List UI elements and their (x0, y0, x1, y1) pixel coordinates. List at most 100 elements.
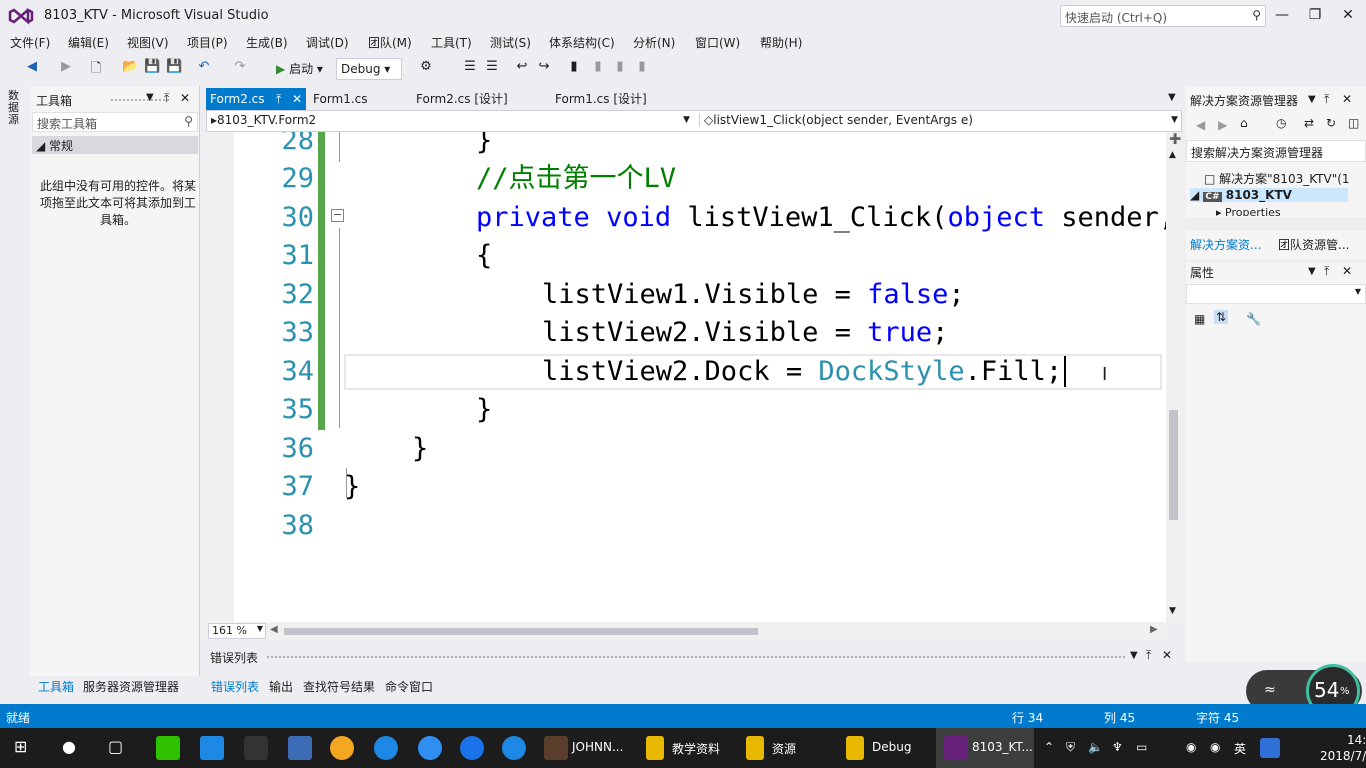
close-icon[interactable]: ✕ (1342, 264, 1352, 278)
windows-start-icon[interactable]: ⊞ (14, 737, 27, 756)
app-icon[interactable] (288, 736, 312, 760)
folder-icon[interactable] (746, 736, 764, 760)
usb-icon[interactable]: ♆ (1112, 740, 1123, 754)
feishu-icon[interactable] (418, 736, 442, 760)
forward-icon[interactable]: ▶ (58, 59, 74, 74)
split-icon[interactable]: ➕ (1169, 134, 1181, 145)
folder-icon[interactable] (846, 736, 864, 760)
tab-form1-designer[interactable]: Form1.cs [设计] (551, 88, 651, 110)
pin-icon[interactable]: ⤒ (276, 88, 281, 110)
visual-studio-icon[interactable] (944, 736, 968, 760)
menu-help[interactable]: 帮助(H) (760, 34, 802, 51)
scroll-right-icon[interactable]: ▶ (1150, 624, 1158, 635)
quick-launch-input[interactable]: 快速启动 (Ctrl+Q) ⚲ (1060, 5, 1266, 27)
tab-output[interactable]: 输出 (269, 678, 293, 695)
history-icon[interactable]: ◷ (1276, 116, 1286, 130)
folder-icon[interactable] (646, 736, 664, 760)
collapse-all-icon[interactable]: ◫ (1348, 116, 1359, 130)
data-sources-tab[interactable]: 数据源 (8, 90, 22, 126)
solution-search-input[interactable]: 搜索解决方案资源管理器 (1186, 140, 1366, 162)
restore-button[interactable]: ❐ (1297, 4, 1333, 26)
menu-tools[interactable]: 工具(T) (431, 34, 472, 51)
ie-icon[interactable] (502, 736, 526, 760)
tab-form2-designer[interactable]: Form2.cs [设计] (412, 88, 512, 110)
taskbar-item[interactable]: JOHNN... (572, 740, 623, 754)
toolbox-group-general[interactable]: ◢ 常规 (32, 136, 198, 154)
dropdown-icon[interactable]: ▼ (1130, 650, 1138, 661)
dropdown-icon[interactable]: ▼ (1308, 266, 1316, 277)
tab-toolbox[interactable]: 工具箱 (38, 678, 74, 695)
scroll-left-icon[interactable]: ◀ (270, 624, 278, 635)
zoom-select[interactable]: 161 % ▼ (208, 623, 266, 639)
tab-find-symbol-results[interactable]: 查找符号结果 (303, 678, 375, 695)
qq-icon[interactable] (244, 736, 268, 760)
dropdown-icon[interactable]: ▼ (1308, 94, 1316, 105)
property-pages-icon[interactable]: 🔧 (1246, 312, 1261, 326)
tab-form2-cs[interactable]: Form2.cs ⤒ ✕ (206, 88, 306, 110)
tab-server-explorer[interactable]: 服务器资源管理器 (83, 678, 179, 695)
minimize-button[interactable]: — (1264, 4, 1300, 26)
tab-team-explorer[interactable]: 团队资源管... (1278, 236, 1349, 253)
toolbox-search-input[interactable]: 搜索工具箱 ⚲ (32, 112, 198, 132)
forward-icon[interactable]: ▶ (1218, 118, 1227, 132)
close-button[interactable]: ✕ (1330, 4, 1366, 26)
tab-solution-explorer[interactable]: 解决方案资... (1190, 236, 1261, 253)
menu-analyze[interactable]: 分析(N) (633, 34, 675, 51)
tree-project[interactable]: ◢ C# 8103_KTV (1190, 188, 1348, 202)
horizontal-scrollbar[interactable]: 161 % ▼ ◀ ▶ (206, 622, 1166, 640)
scroll-up-icon[interactable]: ▲ (1169, 150, 1176, 160)
vertical-scroll-thumb[interactable] (1169, 410, 1178, 520)
menu-file[interactable]: 文件(F) (10, 34, 50, 51)
close-icon[interactable]: ✕ (180, 91, 190, 105)
panel-grip[interactable] (266, 655, 1126, 660)
object-selector[interactable]: ▼ (1186, 284, 1366, 304)
menu-build[interactable]: 生成(B) (246, 34, 288, 51)
close-icon[interactable]: ✕ (292, 88, 302, 110)
app-icon[interactable] (460, 736, 484, 760)
app-icon[interactable] (330, 736, 354, 760)
baidu-icon[interactable] (1260, 738, 1280, 758)
align-left-icon[interactable]: ☰ (462, 59, 478, 74)
sync-icon[interactable]: ⇄ (1304, 116, 1314, 130)
collapse-icon[interactable]: − (331, 209, 344, 222)
menu-team[interactable]: 团队(M) (368, 34, 412, 51)
menu-view[interactable]: 视图(V) (127, 34, 169, 51)
taskbar-item[interactable]: 教学资料 (672, 740, 720, 757)
attach-icon[interactable]: ⚙ (418, 59, 434, 74)
align-right-icon[interactable]: ☰ (484, 59, 500, 74)
tab-form1-cs[interactable]: Form1.cs (309, 88, 372, 110)
menu-debug[interactable]: 调试(D) (306, 34, 349, 51)
redo-icon[interactable]: ↷ (232, 59, 248, 74)
horizontal-scroll-thumb[interactable] (284, 628, 758, 635)
scroll-down-icon[interactable]: ▼ (1169, 606, 1176, 616)
feishu-tray-icon[interactable]: ◉ (1210, 740, 1220, 754)
menu-test[interactable]: 测试(S) (490, 34, 531, 51)
tab-command-window[interactable]: 命令窗口 (385, 678, 433, 695)
volume-icon[interactable]: 🔈 (1088, 740, 1103, 754)
ie-icon[interactable] (374, 736, 398, 760)
tool-icon[interactable] (544, 736, 568, 760)
alphabetical-icon[interactable]: ⇅ (1214, 310, 1229, 324)
vertical-scrollbar[interactable]: ➕ ▲ ▼ (1166, 132, 1182, 622)
wechat-icon[interactable] (156, 736, 180, 760)
menu-project[interactable]: 项目(P) (187, 34, 228, 51)
tab-error-list[interactable]: 错误列表 (211, 678, 259, 695)
task-view-icon[interactable]: ▢ (108, 737, 123, 756)
edge-icon[interactable] (200, 736, 224, 760)
dropdown-icon[interactable]: ▼ (146, 92, 154, 103)
tree-properties[interactable]: ▸ Properties (1216, 206, 1281, 216)
menu-architecture[interactable]: 体系结构(C) (549, 34, 615, 51)
clock[interactable]: 14:05 2018/7/25 (1320, 732, 1366, 764)
cortana-icon[interactable]: ● (62, 737, 76, 756)
taskbar-item[interactable]: 资源 (772, 740, 796, 757)
chevron-up-icon[interactable]: ⌃ (1044, 740, 1054, 754)
pin-icon[interactable]: ⤒ (1324, 264, 1329, 279)
save-all-icon[interactable]: 💾 (166, 59, 182, 74)
taskbar-item[interactable]: Debug (872, 740, 911, 754)
class-selector[interactable]: ▸8103_KTV.Form2 (211, 113, 691, 127)
pin-icon[interactable]: ⤒ (1146, 648, 1151, 663)
panel-grip[interactable] (110, 98, 170, 103)
member-selector[interactable]: ◇listView1_Click(object sender, EventArg… (699, 113, 1169, 127)
battery-icon[interactable]: ▭ (1136, 740, 1147, 754)
categorized-icon[interactable]: ▦ (1194, 312, 1205, 326)
